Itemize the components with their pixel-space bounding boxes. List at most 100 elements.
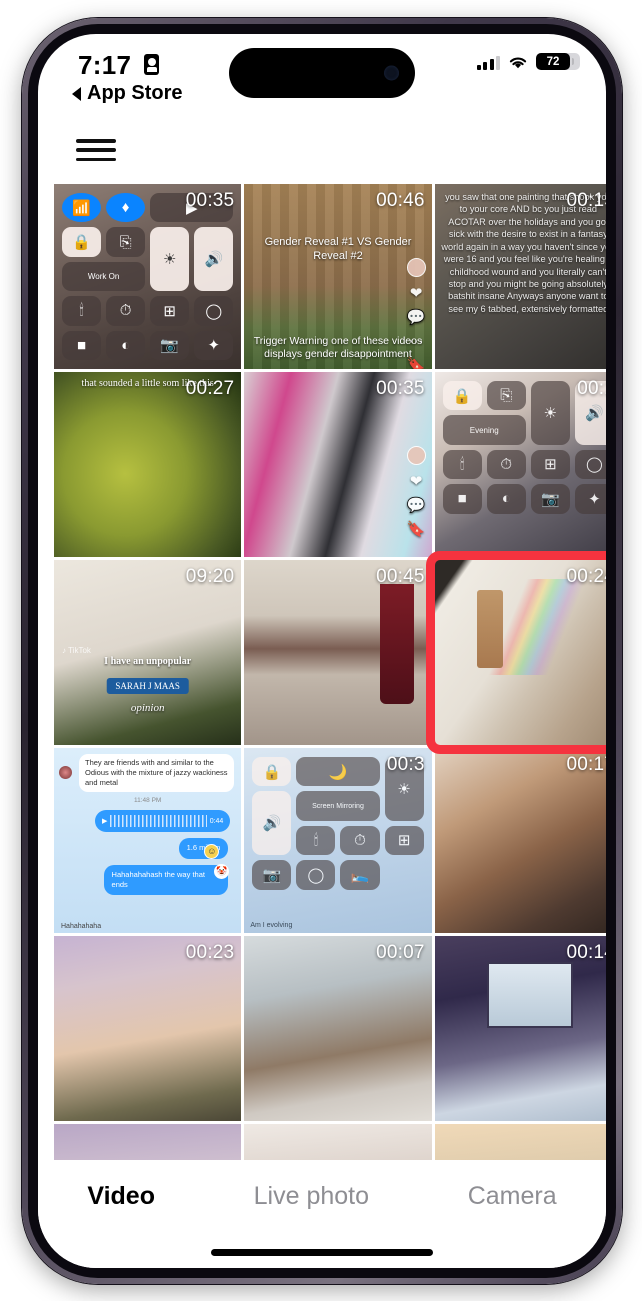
camera-circle-icon: ◯ [574, 449, 606, 480]
calculator-icon: ⊞ [150, 296, 190, 326]
grid-item[interactable]: 🔒 🌙 ☀ 🔊 Screen Mirroring 🕯 ⏱ ⊞ 📷 ◯ 🛌 Am … [244, 748, 432, 933]
grid-item[interactable]: 00:07 [244, 936, 432, 1121]
wall-hanging-shape [476, 590, 503, 668]
media-grid[interactable]: 📶 ♦ ▶ 🔒 ⎘ ☀ 🔊 Work On 🕯 ⏱ ⊞ ◯ ■ ◐ 📷 ✦ 00… [54, 184, 606, 1160]
audio-duration: 0:44 [209, 817, 224, 825]
camera-circle-icon: ◯ [296, 860, 336, 890]
battery-icon: 72 [536, 53, 574, 70]
camera-icon: 📷 [252, 860, 292, 890]
avatar [406, 446, 426, 465]
dark-mode-icon: ◐ [486, 484, 526, 514]
shazam-icon: ✦ [574, 484, 606, 514]
back-to-app-store[interactable]: App Store [72, 82, 183, 105]
rotation-lock-icon: 🔒 [442, 381, 482, 411]
app-navbar [38, 122, 606, 178]
message-tail-text: Hahahahaha [61, 923, 102, 930]
grid-item[interactable]: 🔒 ⎘ ☀ 🔊 Evening 🕯 ⏱ ⊞ ◯ ■ ◐ 📷 ✦ 00: [434, 372, 606, 557]
screenshot-root: 7:17 72 App Store 📶 ♦ ▶ 🔒 ⎘ ☀ 🔊 Work On … [0, 0, 642, 1301]
comment-icon: 💬 [406, 497, 426, 514]
message-text: Am I evolving [250, 922, 293, 929]
brightness-slider: ☀ [150, 227, 190, 292]
grid-item[interactable]: 00:14 [434, 936, 606, 1121]
duration-label: 00:27 [185, 378, 235, 399]
window-shape [486, 962, 573, 1028]
duration-label: 00:15 [566, 190, 606, 211]
grid-item[interactable]: They are friends with and similar to the… [54, 748, 242, 933]
grid-item[interactable]: you saw that one painting that shook you… [434, 184, 606, 369]
dark-mode-icon: ◐ [106, 330, 146, 360]
phone-frame: 7:17 72 App Store 📶 ♦ ▶ 🔒 ⎘ ☀ 🔊 Work On … [22, 18, 622, 1284]
tab-live-photo[interactable]: Live photo [254, 1182, 369, 1211]
heart-icon: ❤ [409, 473, 423, 490]
duration-label: 00:35 [185, 190, 235, 211]
wifi-icon [507, 54, 529, 70]
tab-camera[interactable]: Camera [468, 1182, 557, 1211]
battery-level: 72 [546, 55, 560, 68]
focus-tile: Work On [62, 261, 146, 292]
duration-label: 00:1 [577, 378, 606, 399]
duration-label: 09:20 [185, 566, 235, 587]
video-caption: Gender Reveal #1 VS Gender Reveal #2 [264, 236, 412, 262]
camera-icon: 📷 [150, 330, 190, 360]
duration-label: 00:45 [376, 566, 425, 587]
status-time: 7:17 [78, 50, 132, 80]
rotation-lock-icon: 🔒 [252, 757, 292, 787]
tab-video[interactable]: Video [87, 1182, 155, 1211]
video-caption-tertiary: opinion [130, 702, 165, 714]
low-power-icon: ■ [62, 330, 102, 360]
flashlight-icon: 🕯 [442, 449, 482, 480]
focus-moon-tile: 🌙 [296, 757, 380, 787]
status-indicators: 72 [476, 53, 580, 70]
duration-label: 00:3 [386, 754, 425, 775]
dynamic-island [229, 48, 415, 98]
comment-icon: 💬 [406, 309, 426, 326]
duration-label: 00:35 [376, 378, 425, 399]
rotation-lock-icon: 🔒 [62, 227, 102, 257]
avatar [59, 766, 72, 779]
duration-label: 00:07 [376, 942, 425, 963]
video-caption-secondary: Trigger Warning one of these videos disp… [253, 334, 423, 360]
volume-slider: 🔊 [252, 791, 292, 856]
grid-item[interactable]: 00:09 [244, 1124, 432, 1160]
waveform [110, 815, 207, 828]
audio-message-bubble: ▶ 0:44 [95, 810, 231, 833]
grid-item[interactable]: 00:18 [434, 1124, 606, 1160]
sleep-icon: 🛌 [340, 860, 380, 890]
play-icon: ▶ [102, 818, 108, 826]
duration-label: 00:14 [566, 942, 606, 963]
grid-item[interactable]: 00:45 [244, 560, 432, 745]
message-timestamp: 11:48 PM [133, 797, 162, 805]
heart-icon: ❤ [409, 285, 423, 302]
tiktok-watermark: ♪ TikTok [62, 646, 91, 655]
shazam-icon: ✦ [194, 330, 234, 360]
curtain-shape [379, 584, 414, 704]
bookmark-icon: 🔖 [406, 521, 426, 538]
bluetooth-toggle-icon: ♦ [106, 193, 146, 223]
flashlight-icon: 🕯 [296, 825, 336, 856]
duration-label: 00:23 [185, 942, 235, 963]
grid-item[interactable]: I have an unpopular SARAH J MAAS opinion… [54, 560, 242, 745]
grid-item[interactable]: 00:09 [54, 1124, 242, 1160]
grid-item[interactable]: 00:17 [434, 748, 606, 933]
duration-label: 00:24 [566, 566, 606, 587]
back-caret-icon [72, 86, 81, 101]
grid-item[interactable]: ❤ 💬 🔖 00:35 [244, 372, 432, 557]
timer-icon: ⏱ [340, 825, 380, 856]
grid-item-selected[interactable]: 00:24 [425, 551, 606, 754]
hamburger-menu-icon[interactable] [76, 136, 116, 164]
cellular-signal-icon [476, 54, 500, 70]
messages-art: They are friends with and similar to the… [54, 748, 241, 933]
home-indicator[interactable] [211, 1249, 433, 1256]
grid-item[interactable]: 📶 ♦ ▶ 🔒 ⎘ ☀ 🔊 Work On 🕯 ⏱ ⊞ ◯ ■ ◐ 📷 ✦ 00… [54, 184, 242, 369]
tiktok-sidebar: ❤ 💬 🔖 [406, 446, 426, 538]
focus-tile: Evening [442, 415, 526, 445]
video-caption: I have an unpopular [104, 656, 192, 667]
brightness-slider: ☀ [530, 381, 570, 445]
grid-item[interactable]: that sounded a little som like this 00:2… [54, 372, 242, 557]
grid-item[interactable]: Gender Reveal #1 VS Gender Reveal #2 Tri… [244, 184, 432, 369]
battery-indicator: 72 [536, 53, 580, 70]
camera-icon: 📷 [530, 484, 570, 514]
grid-item[interactable]: 00:23 [54, 936, 242, 1121]
low-power-icon: ■ [442, 484, 482, 514]
video-caption-badge: SARAH J MAAS [106, 678, 189, 694]
